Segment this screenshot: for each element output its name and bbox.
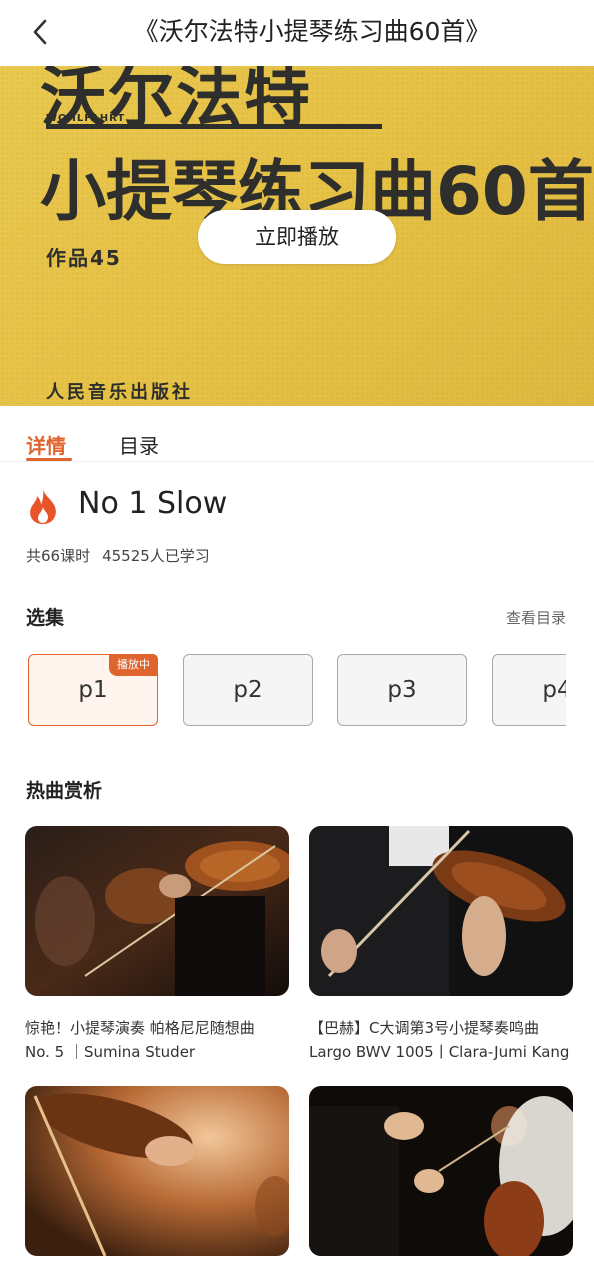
lesson-count: 共66课时 [26,547,91,565]
playing-badge: 播放中 [109,654,158,676]
card-title-line2: No. 5 ｜Sumina Studer [25,1043,196,1061]
episode-label: p3 [387,677,417,703]
chevron-left-icon [33,19,47,45]
fire-icon [30,488,56,524]
card-title-line1: 【巴赫】C大调第3号小提琴奏鸣曲 [309,1019,540,1037]
lesson-meta: 共66课时 45525人已学习 [26,545,222,566]
page-title: 《沃尔法特小提琴练习曲60首》 [133,17,491,46]
tab-catalog[interactable]: 目录 [119,430,159,459]
card-thumbnail [309,1086,573,1256]
back-button[interactable] [22,12,58,52]
tab-details[interactable]: 详情 [26,430,66,459]
episode-p3[interactable]: p3 [337,654,467,726]
card-title-line1: 惊艳！小提琴演奏 帕格尼尼随想曲 [25,1019,255,1037]
learner-count: 45525人已学习 [102,547,210,565]
cover-rule [46,124,382,129]
top-bar: 《沃尔法特小提琴练习曲60首》 [0,0,594,66]
cover-banner: 沃尔法特 WOHLFAHRT 小提琴练习曲60首 作品45 人民音乐出版社 立即… [0,66,594,406]
episode-label: p4 [542,677,566,703]
card-thumbnail [25,1086,289,1256]
episode-list: p1 播放中 p2 p3 p4 [26,652,566,728]
tab-bar: 详情 目录 [0,406,594,462]
cover-publisher: 人民音乐出版社 [46,382,193,403]
card-thumbnail [309,826,573,996]
card-title-line2: Largo BWV 1005丨Clara-Jumi Kang [309,1043,570,1061]
card-thumbnail [25,826,289,996]
hot-section-title: 热曲赏析 [26,780,103,802]
episodes-section-title: 选集 [26,607,65,629]
cover-subtitle: WOHLFAHRT [46,113,126,124]
play-now-button[interactable]: 立即播放 [198,210,396,264]
episode-p1[interactable]: p1 播放中 [28,654,158,726]
card-caption: 【巴赫】C大调第3号小提琴奏鸣曲 Largo BWV 1005丨Clara-Ju… [309,1016,579,1064]
view-catalog-link[interactable]: 查看目录 [506,607,566,628]
card-caption: 惊艳！小提琴演奏 帕格尼尼随想曲 No. 5 ｜Sumina Studer [25,1016,295,1064]
episode-label: p2 [233,677,263,703]
episode-p4[interactable]: p4 [492,654,566,726]
active-tab-indicator [26,458,72,461]
cover-opus: 作品45 [46,246,122,270]
episode-label: p1 [78,677,108,703]
episode-p2[interactable]: p2 [183,654,313,726]
lesson-title: No 1 Slow [78,486,228,521]
